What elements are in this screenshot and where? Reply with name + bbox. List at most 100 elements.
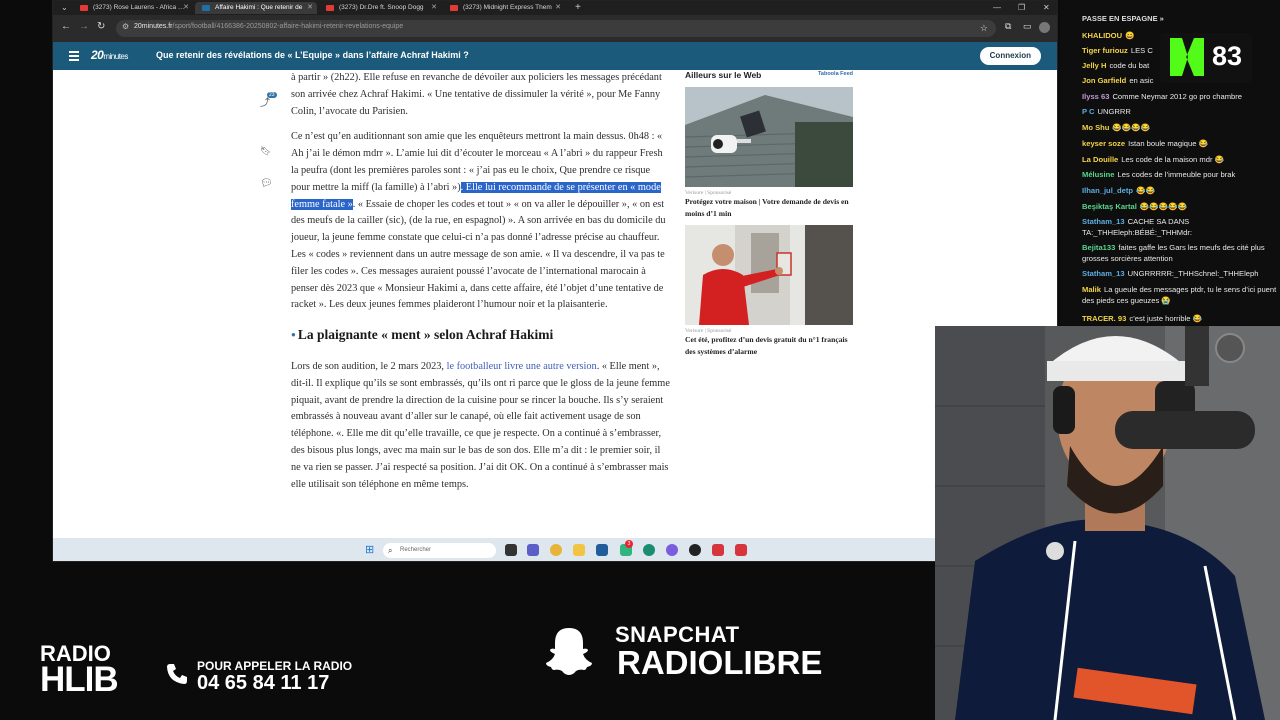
chrome-icon[interactable] [550,544,562,556]
forward-icon[interactable]: → [79,21,89,32]
chat-username[interactable]: Jon Garfield [1082,76,1126,85]
chat-username[interactable]: Ilyss 63 [1082,92,1109,101]
sidebar-heading: Ailleurs sur le Web Taboola Feed [685,70,853,84]
sidebar-heading-text: Ailleurs sur le Web [685,70,762,80]
chat-username[interactable]: Malik [1082,285,1101,294]
store-icon[interactable] [596,544,608,556]
taboola-logo[interactable]: Taboola Feed [818,71,853,77]
site-info-icon[interactable]: ⚙ [122,22,129,31]
profile-avatar[interactable] [1039,22,1050,33]
file-explorer-icon[interactable] [573,544,585,556]
app-icon[interactable] [689,544,701,556]
tab-0[interactable]: (3273) Rose Laurens - Africa (O ✕ [73,2,193,14]
back-icon[interactable]: ← [61,21,71,32]
article-body: à partir » (2h22). Elle refuse en revanc… [291,70,671,502]
chat-username[interactable]: Mélusine [1082,170,1115,179]
inline-link[interactable]: le footballeur livre une autre version [447,361,597,372]
taskbar-search[interactable]: ⌕ Rechercher [383,543,496,558]
close-icon[interactable]: ✕ [555,2,561,14]
chat-message: La Douille Les code de la maison mdr 😂 [1082,154,1280,165]
section-heading: ● La plaignante « ment » selon Achraf Hak… [291,327,671,344]
tab-title: (3273) Midnight Express Them [463,4,552,11]
webcam-feed [935,326,1280,720]
viewer-count: 83 [1212,41,1243,71]
tab-3[interactable]: (3273) Midnight Express Them ✕ [443,2,565,14]
kick-viewer-widget: 83 [1160,33,1252,83]
radio-logo: RADIO HLIB [40,641,119,699]
tab-2[interactable]: (3273) Dr.Dre ft. Snoop Dogg ✕ [319,2,441,14]
browser-window: ⌄ (3273) Rose Laurens - Africa (O ✕ Affa… [52,0,1058,562]
chat-username[interactable]: Bejita133 [1082,243,1115,252]
bookmark-star-icon[interactable]: ☆ [980,23,988,34]
youtube-app-icon[interactable] [735,544,747,556]
tab-1[interactable]: Affaire Hakimi : Que retenir de ✕ [195,2,317,14]
tab-title: (3273) Rose Laurens - Africa (O [93,4,185,11]
chat-text: UNGRRRRR:_THHSchnel:_THHEleph [1127,269,1259,278]
tab-title: Affaire Hakimi : Que retenir de [215,4,303,11]
maximize-icon[interactable]: ❐ [1018,1,1025,15]
chat-username[interactable]: Mo Shu [1082,123,1109,132]
chat-username[interactable]: keyser soze [1082,139,1125,148]
teams-icon[interactable] [527,544,539,556]
task-view-icon[interactable] [505,544,517,556]
share-count-badge: 23 [267,92,277,98]
chat-message: Statham_13 CACHE SA DANS TA:_THHEleph:BÉB… [1082,216,1280,238]
chat-message: Mélusine Les codes de l’immeuble pour bra… [1082,169,1280,180]
page-content: ⤴ 23 🔖︎ 💬︎ à partir » (2h22). Elle refus… [53,70,1057,538]
chat-username[interactable]: P C [1082,107,1095,116]
browser-toolbar: ← → ↻ ⚙ 20minutes.fr/sport/football/4166… [53,15,1057,42]
20minutes-favicon-icon [202,5,210,11]
messenger-icon[interactable] [666,544,678,556]
close-icon[interactable]: ✕ [307,2,313,14]
stream-frame: ⌄ (3273) Rose Laurens - Africa (O ✕ Affa… [0,0,1280,720]
ad-title[interactable]: Protégez votre maison | Votre demande de… [685,196,853,220]
sidebar-icon[interactable]: ▭ [1023,21,1032,32]
chat-username[interactable]: Jelly H [1082,61,1106,70]
close-window-icon[interactable]: ✕ [1043,1,1050,15]
chat-header: PASSE EN ESPAGNE » [1082,14,1164,23]
bookmark-icon[interactable]: 🔖︎ [260,146,271,157]
new-tab-button[interactable]: + [575,1,581,15]
chat-username[interactable]: TRACER. 93 [1082,314,1126,323]
search-placeholder: Rechercher [400,547,432,553]
search-icon: ⌕ [388,546,393,555]
ad-image-technician[interactable] [685,225,853,325]
login-button[interactable]: Connexion [979,47,1041,65]
site-logo[interactable]: 20minutes [91,48,128,62]
logo-main: 20 [91,48,104,62]
snapchat-handle: RADIOLIBRE [617,644,823,681]
chat-text: Comme Neymar 2012 go pro chambre [1112,92,1243,101]
windows-start-icon[interactable]: ⊞ [365,543,377,556]
chat-username[interactable]: La Douille [1082,155,1118,164]
chat-username[interactable]: KHALIDOU [1082,31,1122,40]
youtube-app-icon[interactable] [712,544,724,556]
ad-title[interactable]: Cet été, profitez d’un devis gratuit du … [685,334,853,358]
close-icon[interactable]: ✕ [183,2,189,14]
ad-image-camera[interactable] [685,87,853,187]
windows-taskbar: ⊞ ⌕ Rechercher 3 [53,538,1057,561]
chat-username[interactable]: Ilhan_jul_detp [1082,186,1133,195]
chat-text: 😂😂😂😂 [1112,123,1151,132]
paragraph-text: . « Essaie de choper les codes et tout »… [291,198,666,311]
close-icon[interactable]: ✕ [431,2,437,14]
chat-username[interactable]: Statham_13 [1082,269,1125,278]
chat-text: Les codes de l’immeuble pour brak [1117,170,1236,179]
chat-text: LES C [1130,46,1153,55]
extensions-icon[interactable]: ⧉ [1005,21,1011,32]
youtube-icon [326,5,334,11]
chat-username[interactable]: Statham_13 [1082,217,1125,226]
tab-list-icon[interactable]: ⌄ [61,1,68,15]
reload-icon[interactable]: ↻ [97,21,105,32]
phone-number: 04 65 84 11 17 [197,672,330,694]
chat-username[interactable]: Beşiktaş Kartal [1082,202,1137,211]
edge-icon[interactable] [643,544,655,556]
menu-icon[interactable] [69,51,79,63]
site-header: 20minutes Que retenir des révélations de… [53,42,1057,70]
comment-icon[interactable]: 💬︎ [260,178,273,189]
chat-message: TRACER. 93 c’est juste horrible 😂 [1082,313,1280,324]
address-bar[interactable]: ⚙ 20minutes.fr/sport/football/4166386-20… [116,20,996,37]
minimize-icon[interactable]: — [993,1,1001,15]
chat-username[interactable]: Tiger furiouz [1082,46,1128,55]
radio-logo-line2: HLIB [40,660,119,699]
article-paragraph: Lors de son audition, le 2 mars 2023, le… [291,359,671,493]
